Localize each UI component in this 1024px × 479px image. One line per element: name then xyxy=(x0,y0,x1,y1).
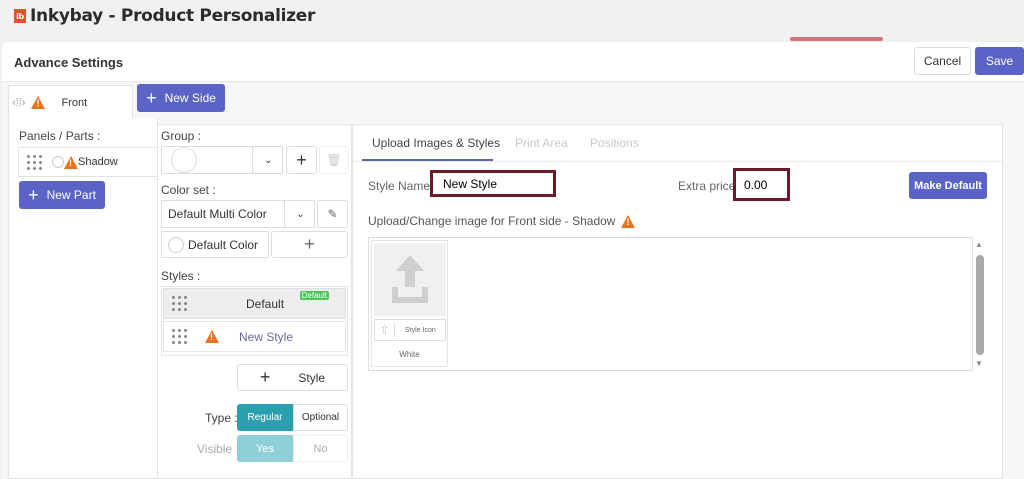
default-color-button[interactable]: Default Color xyxy=(161,231,269,258)
tab-positions[interactable]: Positions xyxy=(590,136,639,150)
add-color-button[interactable]: + xyxy=(271,231,348,258)
visible-yes-option[interactable]: Yes xyxy=(237,435,293,462)
color-swatch xyxy=(168,236,184,253)
scrollbar-thumb[interactable] xyxy=(976,255,984,355)
color-set-value: Default Multi Color xyxy=(168,207,267,221)
upload-label: Upload/Change image for Front side - Sha… xyxy=(368,214,636,228)
styles-label: Styles : xyxy=(161,269,201,283)
make-default-button[interactable]: Make Default xyxy=(909,172,987,199)
style-name-input[interactable] xyxy=(430,170,556,197)
image-upload-area xyxy=(368,237,973,371)
app-title: ib Inkybay - Product Personalizer xyxy=(14,6,315,26)
add-style-button[interactable]: + Style xyxy=(237,364,348,391)
upload-image-button[interactable] xyxy=(374,243,446,316)
drag-handle-icon[interactable] xyxy=(172,296,187,311)
warning-icon xyxy=(205,330,219,343)
group-image xyxy=(171,147,197,173)
part-item-shadow[interactable]: Shadow xyxy=(18,147,158,177)
edit-icon[interactable]: ✎ xyxy=(317,200,348,228)
chevron-down-icon: ⌄ xyxy=(284,201,316,227)
style-icon-upload[interactable]: ⇧ Style Icon xyxy=(374,319,446,341)
style-icon-label: Style Icon xyxy=(405,326,436,334)
extra-price-input[interactable] xyxy=(733,168,790,201)
group-label: Group : xyxy=(161,129,202,143)
plus-icon: + xyxy=(146,87,157,108)
delete-group-icon[interactable]: 🗑 xyxy=(319,146,349,174)
style-image-card[interactable]: ⇧ Style Icon White xyxy=(371,240,448,367)
app-title-text: Inkybay - Product Personalizer xyxy=(30,6,316,26)
visible-no-option[interactable]: No xyxy=(293,435,348,462)
add-group-button[interactable]: + xyxy=(286,146,317,174)
tabs-divider xyxy=(353,161,1002,162)
new-side-label: New Side xyxy=(164,91,216,105)
inkybay-logo: ib xyxy=(14,9,26,23)
plus-icon: + xyxy=(259,367,271,387)
style-name: New Style xyxy=(239,329,294,344)
side-tab-front[interactable]: ‹⁞⁞› Front xyxy=(8,85,133,119)
upload-icon xyxy=(392,254,428,303)
type-label: Type : xyxy=(205,411,238,425)
color-set-select[interactable]: Default Multi Color ⌄ xyxy=(161,200,315,228)
group-select[interactable]: ⌄ xyxy=(161,146,283,174)
panels-label: Panels / Parts : xyxy=(19,129,101,143)
upload-label-text: Upload/Change image for Front side - Sha… xyxy=(368,214,616,228)
save-button[interactable]: Save xyxy=(975,47,1024,75)
style-name: Default xyxy=(246,296,285,311)
new-part-button[interactable]: + New Part xyxy=(19,181,105,209)
part-name: Shadow xyxy=(78,156,118,168)
drag-handle-icon[interactable]: ‹⁞⁞› xyxy=(12,97,25,109)
default-badge: Default xyxy=(299,291,329,300)
cancel-button[interactable]: Cancel xyxy=(914,47,971,75)
upload-icon: ⇧ xyxy=(375,323,395,337)
tab-print-area[interactable]: Print Area xyxy=(515,136,568,150)
extra-price-label: Extra price: xyxy=(678,179,739,193)
style-name-label: Style Name : xyxy=(368,179,437,193)
chevron-down-icon: ⌄ xyxy=(252,147,284,173)
style-item-default[interactable]: Default Default xyxy=(163,288,346,319)
new-part-label: New Part xyxy=(46,188,96,202)
scroll-down-arrow[interactable]: ▼ xyxy=(975,359,983,368)
progress-bar xyxy=(790,37,883,41)
warning-icon xyxy=(31,96,46,109)
color-name: White xyxy=(399,350,420,359)
tab-upload-images-styles[interactable]: Upload Images & Styles xyxy=(372,136,500,150)
plus-icon: + xyxy=(28,184,39,205)
part-thumbnail xyxy=(52,156,64,168)
type-optional-option[interactable]: Optional xyxy=(293,404,348,431)
warning-icon xyxy=(64,155,78,169)
drag-handle-icon[interactable] xyxy=(172,329,187,344)
add-style-label: Style xyxy=(298,370,326,385)
default-color-label: Default Color xyxy=(188,237,259,252)
style-item-new-style[interactable]: New Style xyxy=(163,321,346,352)
scroll-up-arrow[interactable]: ▲ xyxy=(975,240,983,249)
color-set-label: Color set : xyxy=(161,183,216,197)
type-regular-option[interactable]: Regular xyxy=(237,404,293,431)
modal-title: Advance Settings xyxy=(14,55,124,70)
side-tab-label: Front xyxy=(61,96,88,109)
drag-handle-icon[interactable] xyxy=(27,154,42,170)
new-side-button[interactable]: + New Side xyxy=(137,84,225,112)
active-tab-indicator xyxy=(362,159,493,161)
warning-icon xyxy=(621,214,636,228)
visible-label: Visible : xyxy=(197,442,239,456)
